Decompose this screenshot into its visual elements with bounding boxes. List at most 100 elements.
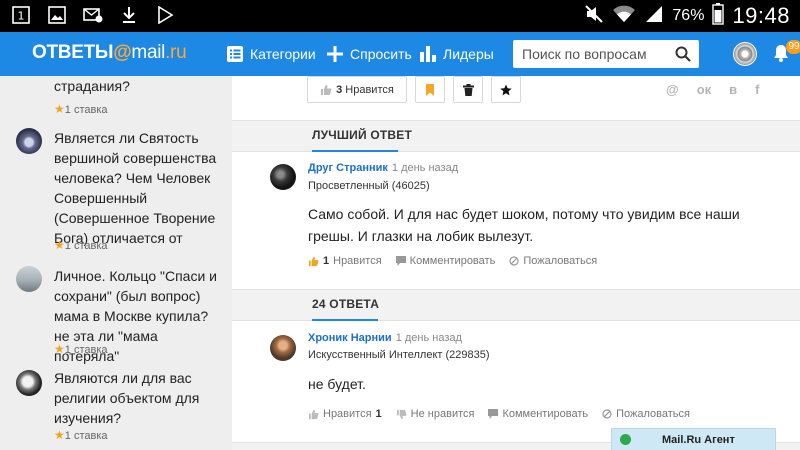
comment-button[interactable]: Комментировать <box>395 255 495 267</box>
question-actions: 3 Нравится <box>307 76 521 103</box>
avatar <box>16 266 42 292</box>
mailru-agent-widget[interactable]: Mail.Ru Агент <box>611 428 776 450</box>
image-icon <box>46 4 68 26</box>
answer-actions: 1 Нравится Комментировать Пожаловаться <box>308 255 597 267</box>
avatar <box>16 128 42 154</box>
question-title[interactable]: страдания? <box>54 76 224 96</box>
answer-text: Само собой. И для нас будет шоком, потом… <box>308 206 740 244</box>
section-title: 24 ОТВЕТА <box>312 297 380 311</box>
search-icon[interactable] <box>675 46 691 62</box>
nav-leaders-label: Лидеры <box>443 46 494 62</box>
answer-text: не будет. <box>308 376 366 392</box>
delete-button[interactable] <box>453 76 483 103</box>
thumb-up-icon <box>308 256 319 266</box>
avatar[interactable] <box>270 164 296 190</box>
like-label: Нравится <box>323 408 372 420</box>
dislike-button[interactable]: Не нравится <box>396 408 475 420</box>
question-bets: ★1 ставка <box>54 102 108 116</box>
comment-icon <box>395 256 406 266</box>
user-avatar[interactable] <box>733 42 757 66</box>
bookmark-icon <box>426 83 434 96</box>
comment-button[interactable]: Комментировать <box>488 408 588 420</box>
bookmark-button[interactable] <box>415 76 445 103</box>
report-button[interactable]: Пожаловаться <box>509 255 597 267</box>
notification-1-icon: 1 <box>10 4 32 26</box>
thumb-up-icon <box>321 84 332 95</box>
author-rank: Искусственный Интеллект (229835) <box>308 349 490 361</box>
star-icon: ★ <box>54 102 65 116</box>
star-icon: ★ <box>54 428 65 442</box>
svg-text:1: 1 <box>18 10 25 23</box>
dislike-label: Не нравится <box>410 408 475 420</box>
section-underline <box>312 150 398 152</box>
facebook-share-icon[interactable]: f <box>755 82 759 97</box>
question-bets: ★1 ставка <box>54 342 108 356</box>
star-icon <box>500 84 512 95</box>
social-share: @ ок в f <box>666 82 759 97</box>
like-count: 1 <box>375 408 382 420</box>
categories-icon <box>227 46 243 62</box>
comment-icon <box>488 409 499 419</box>
thumb-down-icon <box>396 409 407 419</box>
question-title[interactable]: Являются ли для вас религии объектом для… <box>54 368 224 428</box>
vk-share-icon[interactable]: в <box>729 82 737 97</box>
wifi-icon <box>612 4 636 29</box>
answer-time: 1 день назад <box>391 162 459 174</box>
email-icon <box>82 4 104 26</box>
report-label: Пожаловаться <box>616 408 690 420</box>
battery-percent: 76% <box>672 7 705 24</box>
like-label: Нравится <box>333 255 382 267</box>
answer-time: 1 день назад <box>395 332 462 344</box>
trash-icon <box>462 83 474 96</box>
section-title: ЛУЧШИЙ ОТВЕТ <box>312 128 413 142</box>
author-name[interactable]: Хроник Нарнии <box>308 332 392 344</box>
download-icon <box>118 4 140 26</box>
battery-icon <box>712 2 725 30</box>
site-logo[interactable]: ОТВЕТЫ@mail.ru <box>32 42 187 64</box>
mail-share-icon[interactable]: @ <box>666 82 679 97</box>
answer-author-line: Друг Странник 1 день назад <box>308 162 458 174</box>
nav-ask-label: Спросить <box>350 46 412 62</box>
star-icon: ★ <box>54 238 65 252</box>
nav-ask[interactable]: Спросить <box>327 32 412 76</box>
section-underline <box>312 319 378 321</box>
like-button[interactable]: 1 Нравится <box>308 255 382 267</box>
like-count: 3 <box>336 83 343 96</box>
author-name[interactable]: Друг Странник <box>308 162 388 174</box>
avatar[interactable] <box>270 335 296 361</box>
block-icon <box>509 256 519 266</box>
agent-title: Mail.Ru Агент <box>662 434 735 446</box>
like-button[interactable]: Нравится 1 <box>308 408 382 420</box>
nav-categories[interactable]: Категории <box>227 32 316 76</box>
clock: 19:48 <box>732 3 790 28</box>
mute-icon <box>584 4 604 29</box>
report-label: Пожаловаться <box>523 255 598 267</box>
nav-leaders[interactable]: Лидеры <box>420 32 494 76</box>
avatar <box>16 370 42 396</box>
question-title[interactable]: Является ли Святость вершиной совершенст… <box>54 128 224 248</box>
question-bets: ★1 ставка <box>54 428 108 442</box>
answer-author-line: Хроник Нарнии 1 день назад <box>308 332 462 344</box>
block-icon <box>602 409 612 419</box>
nav-categories-label: Категории <box>250 46 316 62</box>
report-button[interactable]: Пожаловаться <box>602 408 690 420</box>
like-button[interactable]: 3 Нравится <box>307 76 407 103</box>
signal-icon <box>644 4 664 29</box>
search-input[interactable] <box>513 40 663 68</box>
question-page: 3 Нравится @ ок в f ЛУЧШИЙ ОТВЕТ Друг Ст… <box>232 76 800 450</box>
author-rank: Просветленный (46025) <box>308 180 430 192</box>
like-label: Нравится <box>345 83 394 96</box>
like-count: 1 <box>323 255 330 267</box>
answer-actions: Нравится 1 Не нравится Комментировать Пож… <box>308 408 690 420</box>
question-bets: ★1 ставка <box>54 238 108 252</box>
agent-status-icon <box>620 434 631 445</box>
odnoklassniki-share-icon[interactable]: ок <box>697 82 711 97</box>
app-header: ОТВЕТЫ@mail.ru Категории Спросить Лидеры <box>0 32 800 76</box>
related-questions-sidebar: страдания? ★1 ставка Является ли Святост… <box>0 76 232 450</box>
answers-header: 24 ОТВЕТА <box>232 289 800 321</box>
play-store-icon <box>154 4 176 26</box>
plus-icon <box>327 46 343 62</box>
bar-chart-icon <box>420 46 436 62</box>
star-button[interactable] <box>491 76 521 103</box>
search-box <box>513 40 699 68</box>
